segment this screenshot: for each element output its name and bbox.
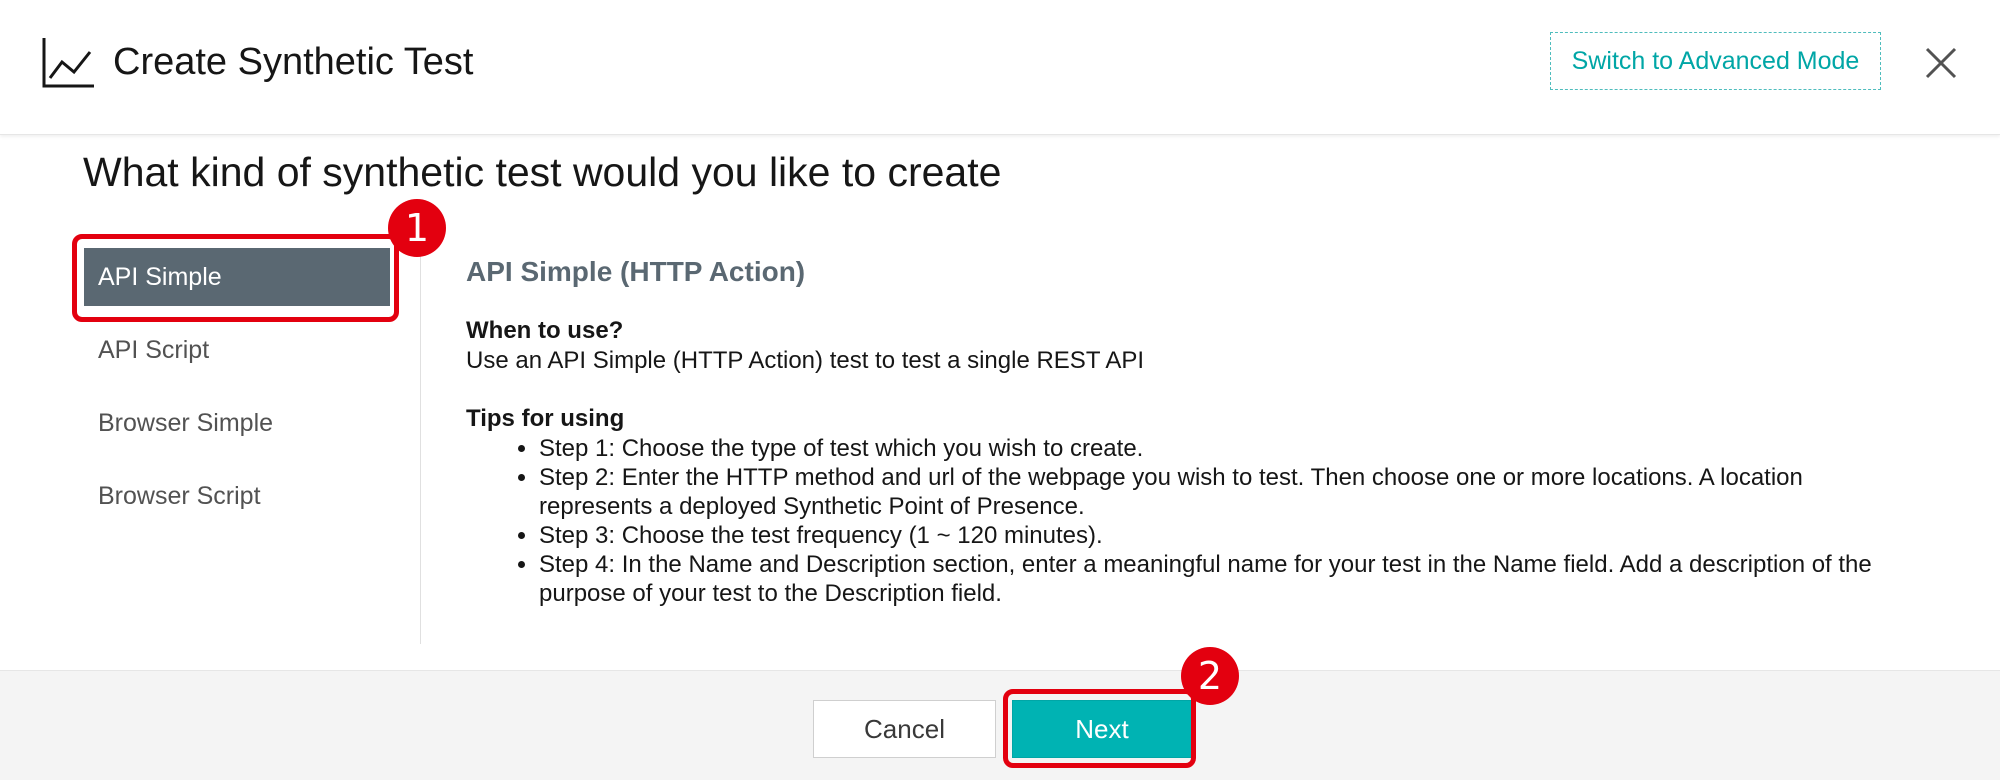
dialog-footer: Cancel Next: [0, 670, 2000, 780]
test-type-browser-simple[interactable]: Browser Simple: [84, 394, 390, 452]
tip-step-3: Step 3: Choose the test frequency (1 ~ 1…: [539, 521, 1906, 550]
close-icon[interactable]: [1922, 44, 1960, 82]
callout-number-2: 2: [1181, 647, 1239, 705]
when-to-use-heading: When to use?: [466, 317, 624, 344]
dialog-title: Create Synthetic Test: [113, 41, 474, 83]
line-chart-icon: [42, 38, 94, 88]
description-title: API Simple (HTTP Action): [466, 256, 806, 287]
tip-step-2: Step 2: Enter the HTTP method and url of…: [539, 463, 1906, 521]
sidebar-divider: [420, 236, 421, 644]
dialog-header: Create Synthetic Test Switch to Advanced…: [0, 0, 2000, 135]
page-title: What kind of synthetic test would you li…: [83, 149, 1002, 195]
test-type-api-simple[interactable]: API Simple: [84, 248, 390, 306]
tips-list: Step 1: Choose the type of test which yo…: [466, 434, 1906, 608]
cancel-button[interactable]: Cancel: [813, 700, 996, 758]
tip-step-4: Step 4: In the Name and Description sect…: [539, 550, 1906, 608]
when-to-use-text: Use an API Simple (HTTP Action) test to …: [466, 347, 1145, 374]
test-type-browser-script[interactable]: Browser Script: [84, 467, 390, 525]
tips-heading: Tips for using: [466, 405, 625, 432]
callout-number-1: 1: [388, 199, 446, 257]
tip-step-1: Step 1: Choose the type of test which yo…: [539, 434, 1906, 463]
test-type-description: API Simple (HTTP Action) When to use? Us…: [466, 252, 1906, 608]
test-type-api-script[interactable]: API Script: [84, 321, 390, 379]
test-type-list: API Simple API Script Browser Simple Bro…: [84, 248, 390, 540]
next-button[interactable]: Next: [1012, 700, 1192, 758]
switch-advanced-mode-button[interactable]: Switch to Advanced Mode: [1550, 32, 1881, 90]
